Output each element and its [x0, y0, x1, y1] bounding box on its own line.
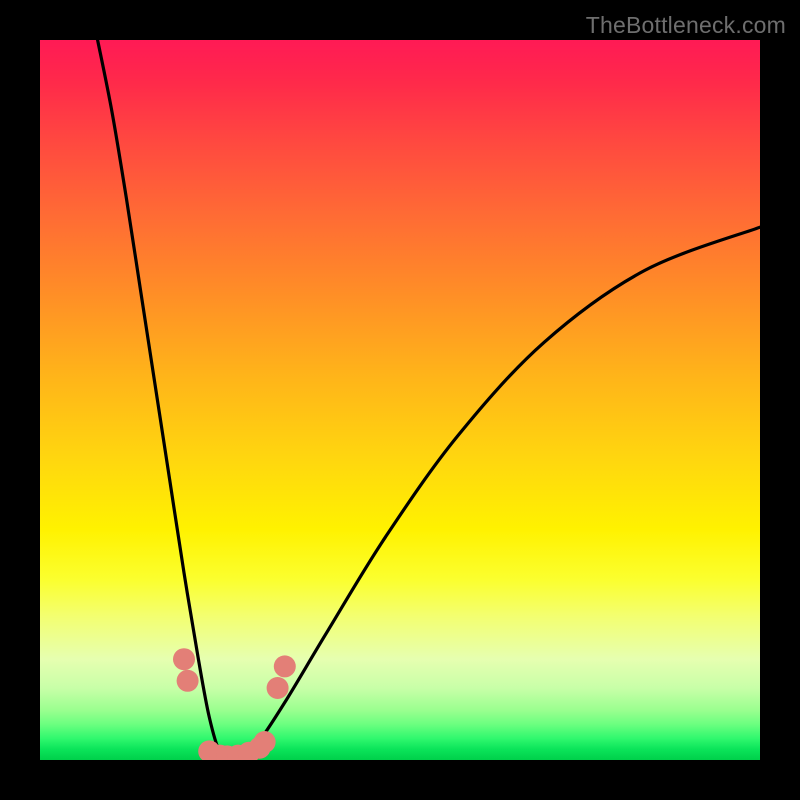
marker-dot [254, 731, 276, 753]
curve-layer [40, 40, 760, 760]
marker-dot [267, 677, 289, 699]
bottleneck-curve [98, 40, 760, 760]
marker-dot [173, 648, 195, 670]
curve-markers [173, 648, 296, 760]
marker-dot [177, 670, 199, 692]
marker-dot [274, 655, 296, 677]
chart-frame: TheBottleneck.com [0, 0, 800, 800]
plot-area [40, 40, 760, 760]
watermark-text: TheBottleneck.com [586, 12, 786, 39]
